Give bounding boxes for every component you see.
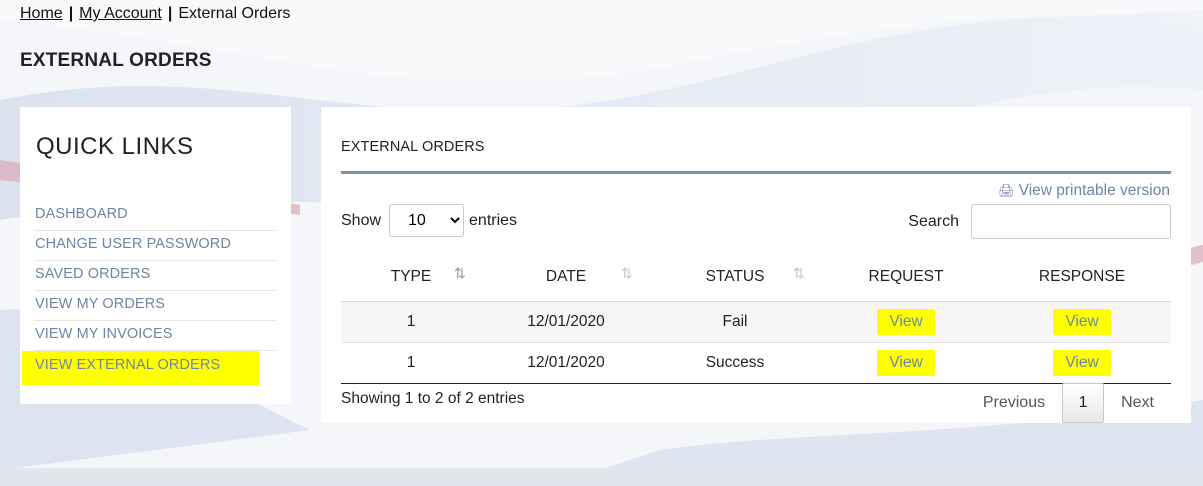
- column-header-request: REQUEST: [819, 253, 993, 302]
- cell-date: 12/01/2020: [481, 301, 651, 343]
- pagination: Previous 1 Next: [966, 383, 1171, 423]
- view-request-link[interactable]: View: [877, 309, 935, 335]
- table-header-row: TYPE ⇅ DATE ⇅ STATUS ⇅ REQUEST RESPONSE: [341, 253, 1171, 302]
- printable-label: View printable version: [1018, 182, 1170, 199]
- show-label: Show: [341, 211, 382, 229]
- column-label: RESPONSE: [1038, 268, 1126, 285]
- quick-link-change-user-password[interactable]: CHANGE USER PASSWORD: [34, 231, 276, 261]
- breadcrumb-my-account-link[interactable]: My Account: [79, 5, 162, 22]
- breadcrumb-home-link[interactable]: Home: [20, 5, 63, 22]
- view-response-link[interactable]: View: [1053, 309, 1111, 335]
- column-label: STATUS: [705, 268, 765, 285]
- column-header-status[interactable]: STATUS ⇅: [651, 253, 819, 302]
- cell-status: Fail: [651, 301, 819, 343]
- quick-links-list: DASHBOARD CHANGE USER PASSWORD SAVED ORD…: [22, 201, 276, 385]
- table-row: 1 12/01/2020 Fail View View: [341, 301, 1171, 343]
- search-input[interactable]: [971, 204, 1171, 239]
- breadcrumb-separator: |: [167, 5, 173, 22]
- breadcrumb-current: External Orders: [178, 5, 291, 22]
- page-title: EXTERNAL ORDERS: [20, 50, 212, 71]
- cell-response: View: [993, 342, 1171, 384]
- cell-response: View: [993, 301, 1171, 343]
- column-label: REQUEST: [868, 268, 944, 285]
- cell-status: Success: [651, 342, 819, 384]
- quick-link-view-my-invoices[interactable]: VIEW MY INVOICES: [34, 321, 276, 351]
- external-orders-table: TYPE ⇅ DATE ⇅ STATUS ⇅ REQUEST RESPONSE: [341, 253, 1171, 384]
- cell-request: View: [819, 301, 993, 343]
- search-label: Search: [908, 212, 959, 230]
- cell-type: 1: [341, 301, 481, 343]
- quick-link-saved-orders[interactable]: SAVED ORDERS: [34, 261, 276, 291]
- sort-icon: ⇅: [793, 265, 805, 281]
- column-label: TYPE: [390, 268, 432, 285]
- sort-icon: ⇅: [621, 265, 633, 281]
- breadcrumb-separator: |: [68, 5, 74, 22]
- entries-length-control: Show 10 entries: [341, 204, 517, 237]
- search-control: Search: [908, 204, 1171, 239]
- quick-link-dashboard[interactable]: DASHBOARD: [34, 201, 276, 231]
- view-printable-version-link[interactable]: 🖨 View printable version: [998, 182, 1170, 200]
- view-request-link[interactable]: View: [877, 350, 935, 376]
- card-title: EXTERNAL ORDERS: [341, 139, 485, 155]
- entries-per-page-select[interactable]: 10: [389, 204, 465, 237]
- quick-links-panel: QUICK LINKS DASHBOARD CHANGE USER PASSWO…: [20, 107, 291, 404]
- pagination-page-button[interactable]: 1: [1062, 383, 1105, 423]
- cell-date: 12/01/2020: [481, 342, 651, 384]
- view-response-link[interactable]: View: [1053, 350, 1111, 376]
- column-header-type[interactable]: TYPE ⇅: [341, 253, 481, 302]
- quick-link-view-my-orders[interactable]: VIEW MY ORDERS: [34, 291, 276, 321]
- breadcrumb: Home | My Account | External Orders: [20, 5, 290, 23]
- sort-asc-icon: ⇅: [454, 265, 466, 281]
- cell-request: View: [819, 342, 993, 384]
- external-orders-card: EXTERNAL ORDERS 🖨 View printable version …: [321, 107, 1191, 423]
- column-label: DATE: [545, 268, 587, 285]
- quick-link-view-external-orders[interactable]: VIEW EXTERNAL ORDERS: [22, 351, 259, 385]
- table-row: 1 12/01/2020 Success View View: [341, 342, 1171, 384]
- pagination-next-button[interactable]: Next: [1104, 383, 1171, 423]
- print-icon: 🖨: [998, 183, 1015, 198]
- entries-label: entries: [469, 211, 518, 229]
- pagination-previous-button[interactable]: Previous: [966, 383, 1062, 423]
- cell-type: 1: [341, 342, 481, 384]
- footer-band: [0, 468, 1203, 486]
- table-info: Showing 1 to 2 of 2 entries: [341, 390, 525, 407]
- column-header-response: RESPONSE: [993, 253, 1171, 302]
- column-header-date[interactable]: DATE ⇅: [481, 253, 651, 302]
- quick-links-title: QUICK LINKS: [36, 133, 194, 160]
- card-title-divider: [341, 171, 1171, 174]
